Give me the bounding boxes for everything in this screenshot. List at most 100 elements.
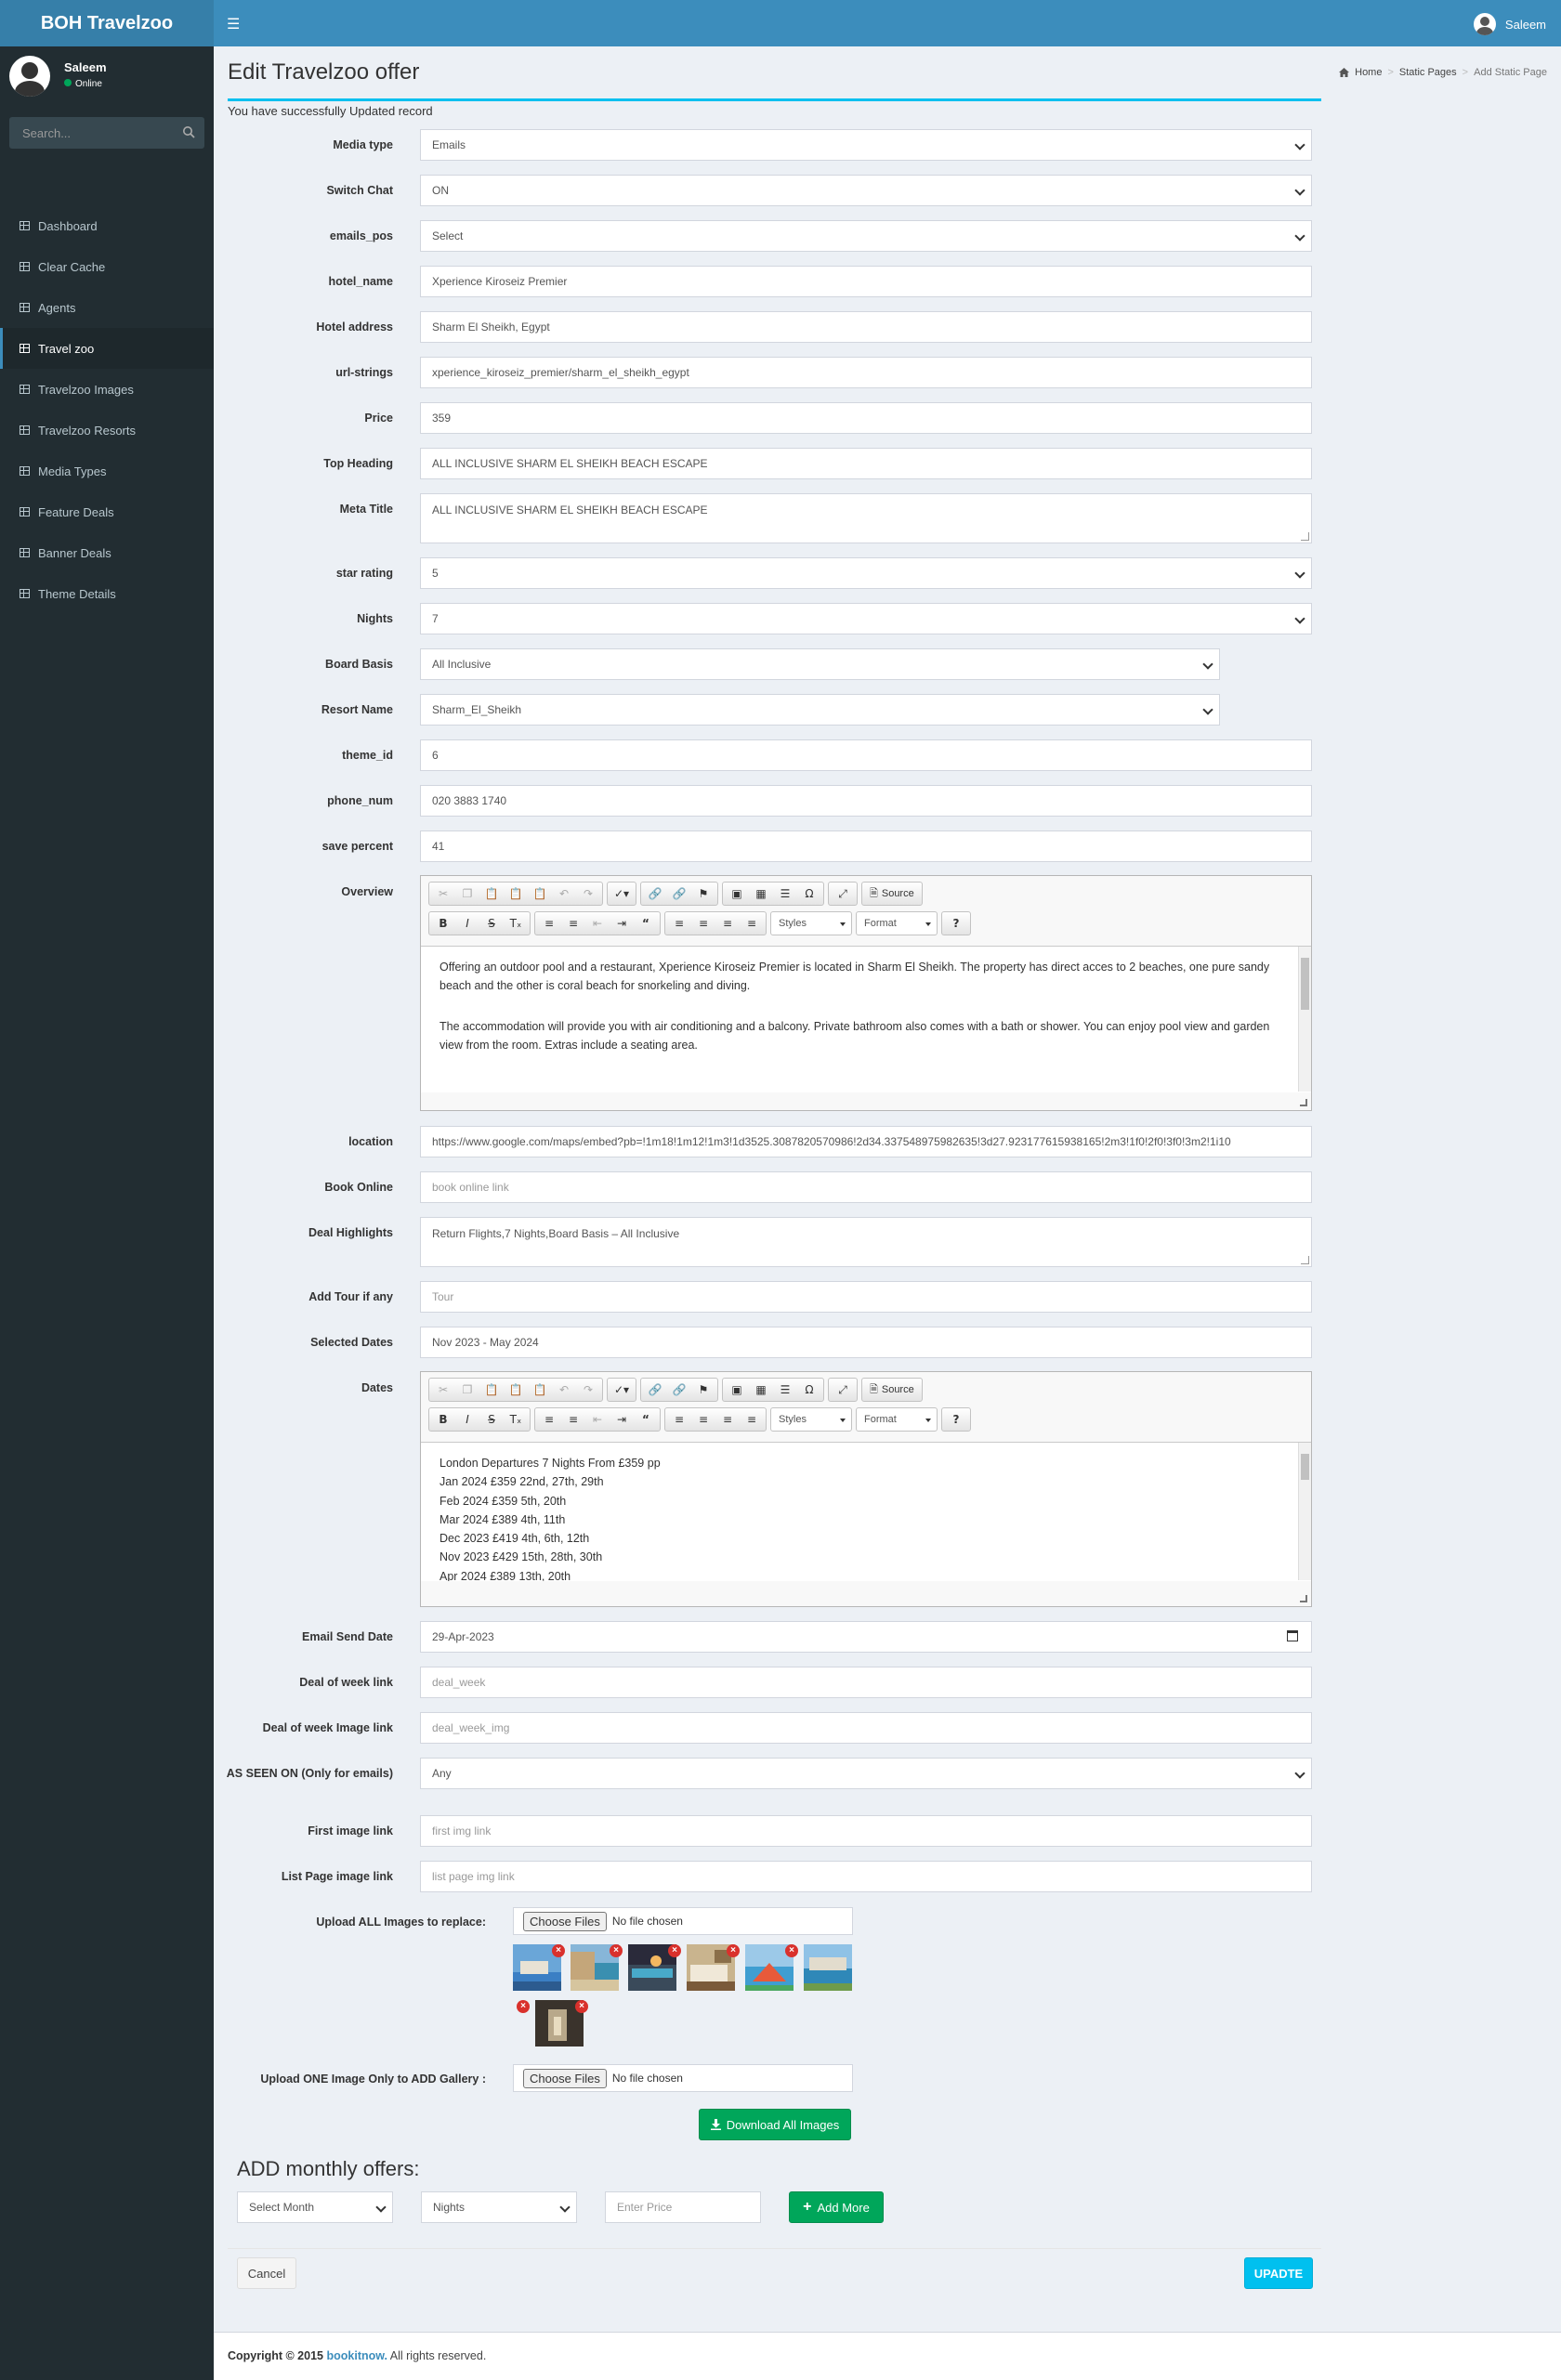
- choose-files-button[interactable]: Choose Files: [523, 1911, 607, 1931]
- nights-select[interactable]: 7: [420, 603, 1312, 634]
- paste-icon[interactable]: 📋: [479, 1380, 504, 1400]
- horizontal-line-icon[interactable]: ☰: [773, 1380, 797, 1400]
- align-right-icon[interactable]: ≡: [715, 1409, 740, 1430]
- resize-handle-icon[interactable]: [1300, 1595, 1307, 1602]
- indent-icon[interactable]: ⇥: [610, 913, 634, 934]
- remove-image-icon[interactable]: ×: [552, 1944, 565, 1957]
- add-tour-input[interactable]: Tour: [420, 1281, 1312, 1313]
- sidebar-item-theme-details[interactable]: Theme Details: [0, 573, 214, 614]
- resort-name-select[interactable]: Sharm_El_Sheikh: [420, 694, 1220, 726]
- anchor-flag-icon[interactable]: ⚑: [691, 883, 715, 904]
- special-char-icon[interactable]: Ω: [797, 883, 821, 904]
- switch-chat-select[interactable]: ON: [420, 175, 1312, 206]
- outdent-icon[interactable]: ⇤: [585, 1409, 610, 1430]
- sidebar-item-travelzoo-resorts[interactable]: Travelzoo Resorts: [0, 410, 214, 451]
- source-button[interactable]: 🗎 Source: [864, 883, 920, 904]
- upload-all-file-input[interactable]: Choose Files No file chosen: [513, 1907, 853, 1935]
- media-type-select[interactable]: Emails: [420, 129, 1312, 161]
- bullet-list-icon[interactable]: ≡: [561, 913, 585, 934]
- bold-icon[interactable]: B: [431, 1409, 455, 1430]
- sidebar-item-dashboard[interactable]: Dashboard: [0, 205, 214, 246]
- first-image-input[interactable]: first img link: [420, 1815, 1312, 1847]
- remove-image-icon[interactable]: ×: [785, 1944, 798, 1957]
- phone-num-input[interactable]: 020 3883 1740: [420, 785, 1312, 817]
- month-select[interactable]: Select Month: [237, 2191, 393, 2223]
- table-icon[interactable]: ▦: [749, 1380, 773, 1400]
- sidebar-item-travelzoo-images[interactable]: Travelzoo Images: [0, 369, 214, 410]
- sidebar-item-clear-cache[interactable]: Clear Cache: [0, 246, 214, 287]
- monthly-nights-select[interactable]: Nights: [421, 2191, 577, 2223]
- align-justify-icon[interactable]: ≡: [740, 913, 764, 934]
- copy-icon[interactable]: ❐: [455, 883, 479, 904]
- outdent-icon[interactable]: ⇤: [585, 913, 610, 934]
- source-button[interactable]: 🗎 Source: [864, 1380, 920, 1400]
- undo-icon[interactable]: ↶: [552, 883, 576, 904]
- undo-icon[interactable]: ↶: [552, 1380, 576, 1400]
- as-seen-on-select[interactable]: Any: [420, 1758, 1312, 1789]
- choose-files-button[interactable]: Choose Files: [523, 2068, 607, 2088]
- scrollbar-thumb[interactable]: [1301, 958, 1309, 1010]
- paste-word-icon[interactable]: 📋: [528, 1380, 552, 1400]
- image-icon[interactable]: ▣: [725, 883, 749, 904]
- italic-icon[interactable]: I: [455, 1409, 479, 1430]
- editor-scrollbar[interactable]: [1298, 947, 1311, 1092]
- gallery-thumbnail[interactable]: [804, 1944, 852, 1991]
- search-input[interactable]: [9, 117, 167, 149]
- align-left-icon[interactable]: ≡: [667, 913, 691, 934]
- styles-dropdown[interactable]: Styles: [770, 911, 852, 935]
- blockquote-icon[interactable]: “: [634, 1409, 658, 1430]
- table-icon[interactable]: ▦: [749, 883, 773, 904]
- resize-handle-icon[interactable]: [1300, 1099, 1307, 1106]
- selected-dates-input[interactable]: Nov 2023 - May 2024: [420, 1327, 1312, 1358]
- unlink-icon[interactable]: 🔗: [667, 883, 691, 904]
- price-input[interactable]: 359: [420, 402, 1312, 434]
- url-strings-input[interactable]: xperience_kiroseiz_premier/sharm_el_shei…: [420, 357, 1312, 388]
- top-heading-input[interactable]: ALL INCLUSIVE SHARM EL SHEIKH BEACH ESCA…: [420, 448, 1312, 479]
- meta-title-textarea[interactable]: ALL INCLUSIVE SHARM EL SHEIKH BEACH ESCA…: [420, 493, 1312, 543]
- remove-image-icon[interactable]: ×: [727, 1944, 740, 1957]
- blockquote-icon[interactable]: “: [634, 913, 658, 934]
- calendar-icon[interactable]: [1287, 1630, 1298, 1641]
- horizontal-line-icon[interactable]: ☰: [773, 883, 797, 904]
- deal-highlights-textarea[interactable]: Return Flights,7 Nights,Board Basis – Al…: [420, 1217, 1312, 1267]
- location-input[interactable]: https://www.google.com/maps/embed?pb=!1m…: [420, 1126, 1312, 1157]
- sidebar-item-banner-deals[interactable]: Banner Deals: [0, 532, 214, 573]
- add-more-button[interactable]: + Add More: [789, 2191, 884, 2223]
- italic-icon[interactable]: I: [455, 913, 479, 934]
- remove-format-icon[interactable]: Tₓ: [504, 1409, 528, 1430]
- sidebar-toggle-icon[interactable]: ☰: [227, 15, 240, 33]
- remove-image-icon[interactable]: ×: [668, 1944, 681, 1957]
- indent-icon[interactable]: ⇥: [610, 1409, 634, 1430]
- paste-word-icon[interactable]: 📋: [528, 883, 552, 904]
- cut-icon[interactable]: ✂: [431, 883, 455, 904]
- editor-scrollbar[interactable]: [1298, 1443, 1311, 1580]
- sidebar-item-agents[interactable]: Agents: [0, 287, 214, 328]
- paste-icon[interactable]: 📋: [479, 883, 504, 904]
- help-icon[interactable]: ?: [944, 913, 968, 934]
- redo-icon[interactable]: ↷: [576, 883, 600, 904]
- format-dropdown[interactable]: Format: [856, 911, 938, 935]
- sidebar-item-travel-zoo[interactable]: Travel zoo: [0, 328, 214, 369]
- download-all-images-button[interactable]: Download All Images: [699, 2109, 851, 2140]
- user-menu[interactable]: Saleem: [1473, 13, 1546, 35]
- dates-content[interactable]: London Departures 7 Nights From £359 pp …: [421, 1442, 1311, 1581]
- cancel-button[interactable]: Cancel: [237, 2257, 296, 2289]
- sidebar-item-media-types[interactable]: Media Types: [0, 451, 214, 491]
- book-online-input[interactable]: book online link: [420, 1171, 1312, 1203]
- paste-text-icon[interactable]: 📋: [504, 883, 528, 904]
- remove-image-icon[interactable]: ×: [575, 2000, 588, 2013]
- maximize-icon[interactable]: ⤢: [831, 1380, 855, 1400]
- align-justify-icon[interactable]: ≡: [740, 1409, 764, 1430]
- special-char-icon[interactable]: Ω: [797, 1380, 821, 1400]
- strike-icon[interactable]: S: [479, 1409, 504, 1430]
- scrollbar-thumb[interactable]: [1301, 1454, 1309, 1480]
- align-right-icon[interactable]: ≡: [715, 913, 740, 934]
- hotel-name-input[interactable]: Xperience Kiroseiz Premier: [420, 266, 1312, 297]
- paste-text-icon[interactable]: 📋: [504, 1380, 528, 1400]
- monthly-price-input[interactable]: Enter Price: [605, 2191, 761, 2223]
- maximize-icon[interactable]: ⤢: [831, 883, 855, 904]
- align-center-icon[interactable]: ≡: [691, 1409, 715, 1430]
- board-basis-select[interactable]: All Inclusive: [420, 648, 1220, 680]
- strike-icon[interactable]: S: [479, 913, 504, 934]
- align-left-icon[interactable]: ≡: [667, 1409, 691, 1430]
